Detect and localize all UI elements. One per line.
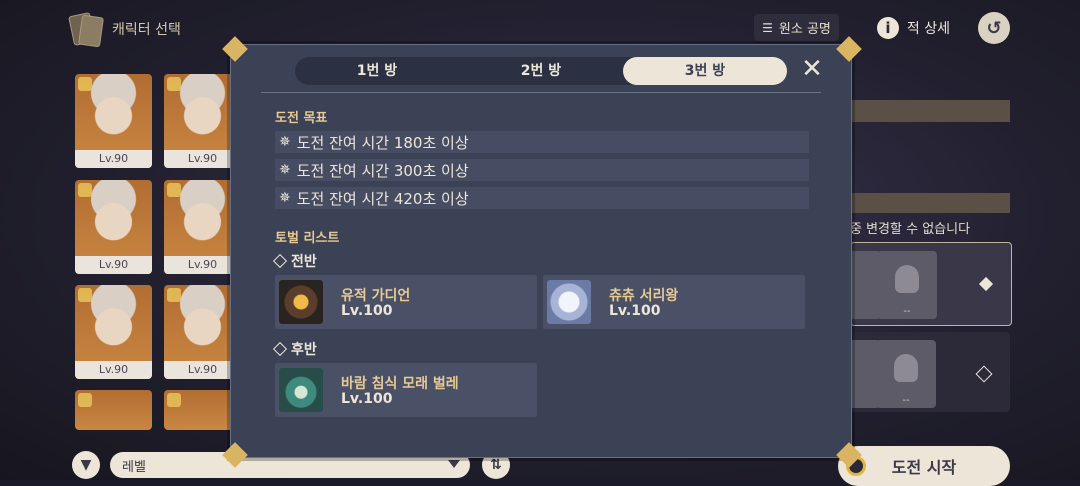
- party-header-bar: [850, 100, 1010, 122]
- goal-row: ✵ 도전 잔여 시간 180초 이상: [275, 131, 809, 153]
- character-silhouette-icon: [895, 265, 919, 293]
- page-title: 캐릭터 선택: [112, 22, 181, 38]
- first-half-label: 전반: [272, 251, 317, 271]
- start-challenge-label: 도전 시작: [891, 458, 957, 477]
- frost-king-portrait: [547, 280, 591, 324]
- diamond-icon: [978, 276, 994, 292]
- boss-level: Lv.100: [341, 391, 393, 407]
- header: 캐릭터 선택: [68, 12, 181, 48]
- info-icon: i: [876, 16, 899, 39]
- party-slots-first-half[interactable]: --: [821, 242, 1012, 326]
- character-portrait: [75, 180, 152, 256]
- boss-level: Lv.100: [341, 303, 393, 319]
- room-info-modal: 1번 방 2번 방 3번 방 ✕ 도전 목표 ✵ 도전 잔여 시간 180초 이상…: [230, 44, 852, 458]
- boss-card[interactable]: 바람 침식 모래 벌레 Lv.100: [275, 363, 537, 417]
- diamond-outline-icon: [975, 365, 993, 383]
- enemy-details-label: 적 상세: [906, 20, 950, 37]
- empty-party-slot[interactable]: --: [877, 251, 937, 319]
- star-icon: ✵: [279, 190, 291, 206]
- tab-room-3[interactable]: 3번 방: [623, 57, 787, 85]
- goal-row: ✵ 도전 잔여 시간 420초 이상: [275, 187, 809, 209]
- party-slots-second-half[interactable]: --: [820, 332, 1010, 412]
- elemental-resonance-label: 원소 공명: [778, 22, 831, 37]
- boss-name: 유적 가디언: [341, 288, 411, 304]
- tab-room-2[interactable]: 2번 방: [459, 57, 623, 85]
- elemental-resonance-button[interactable]: ☰ 원소 공명: [754, 14, 839, 41]
- lock-note: 중 변경할 수 없습니다: [850, 222, 971, 237]
- divider: [261, 92, 821, 93]
- element-icon: [167, 393, 181, 407]
- boss-name: 바람 침식 모래 벌레: [341, 376, 459, 392]
- tab-room-1[interactable]: 1번 방: [295, 57, 459, 85]
- boss-level: Lv.100: [609, 303, 661, 319]
- empty-slot-label: --: [903, 306, 911, 317]
- header-actions: ☰ 원소 공명 i 적 상세: [754, 14, 950, 41]
- start-challenge-button[interactable]: 도전 시작: [838, 446, 1010, 486]
- second-half-text: 후반: [291, 342, 317, 358]
- enemy-details-button[interactable]: i 적 상세: [876, 16, 950, 39]
- character-card[interactable]: Lv.90: [75, 180, 152, 274]
- character-card[interactable]: Lv.90: [75, 74, 152, 168]
- diamond-outline-icon: [272, 341, 288, 357]
- character-cards-icon: [68, 12, 104, 48]
- star-icon: ✵: [279, 134, 291, 150]
- character-silhouette-icon: [894, 354, 918, 382]
- character-card[interactable]: [75, 390, 152, 430]
- list-icon: ☰: [762, 20, 773, 35]
- boss-name: 츄츄 서리왕: [609, 288, 679, 304]
- goal-text: 도전 잔여 시간 300초 이상: [296, 161, 469, 180]
- boss-card[interactable]: 츄츄 서리왕 Lv.100: [543, 275, 805, 329]
- first-half-text: 전반: [291, 254, 317, 270]
- goal-row: ✵ 도전 잔여 시간 300초 이상: [275, 159, 809, 181]
- empty-party-slot[interactable]: --: [876, 340, 936, 408]
- element-icon: [78, 393, 92, 407]
- filter-button[interactable]: ▼: [72, 451, 100, 479]
- sand-worm-portrait: [279, 368, 323, 412]
- boss-card[interactable]: 유적 가디언 Lv.100: [275, 275, 537, 329]
- room-tabs: 1번 방 2번 방 3번 방: [295, 57, 787, 85]
- character-portrait: [75, 285, 152, 361]
- sort-select-value: 레벨: [122, 459, 146, 475]
- goal-text: 도전 잔여 시간 180초 이상: [296, 133, 469, 152]
- filter-icon: ▼: [80, 457, 92, 473]
- star-icon: ✵: [279, 162, 291, 178]
- sort-arrows-icon: ⇅: [490, 457, 502, 473]
- character-level: Lv.90: [75, 361, 152, 379]
- character-level: Lv.90: [75, 256, 152, 274]
- close-icon[interactable]: ✕: [799, 56, 825, 83]
- empty-slot-label: --: [902, 395, 910, 406]
- character-level: Lv.90: [75, 150, 152, 168]
- boss-list-title: 토벌 리스트: [275, 231, 340, 246]
- ruin-guard-portrait: [279, 280, 323, 324]
- goals-title: 도전 목표: [275, 111, 328, 126]
- party-header-bar: [850, 193, 1010, 213]
- goal-text: 도전 잔여 시간 420초 이상: [296, 189, 469, 208]
- character-portrait: [75, 74, 152, 150]
- second-half-label: 후반: [272, 339, 317, 359]
- diamond-outline-icon: [272, 253, 288, 269]
- chevron-down-icon: [448, 460, 460, 468]
- back-arrow-icon: ↺: [986, 17, 1002, 39]
- back-button[interactable]: ↺: [978, 12, 1010, 44]
- character-card[interactable]: Lv.90: [75, 285, 152, 379]
